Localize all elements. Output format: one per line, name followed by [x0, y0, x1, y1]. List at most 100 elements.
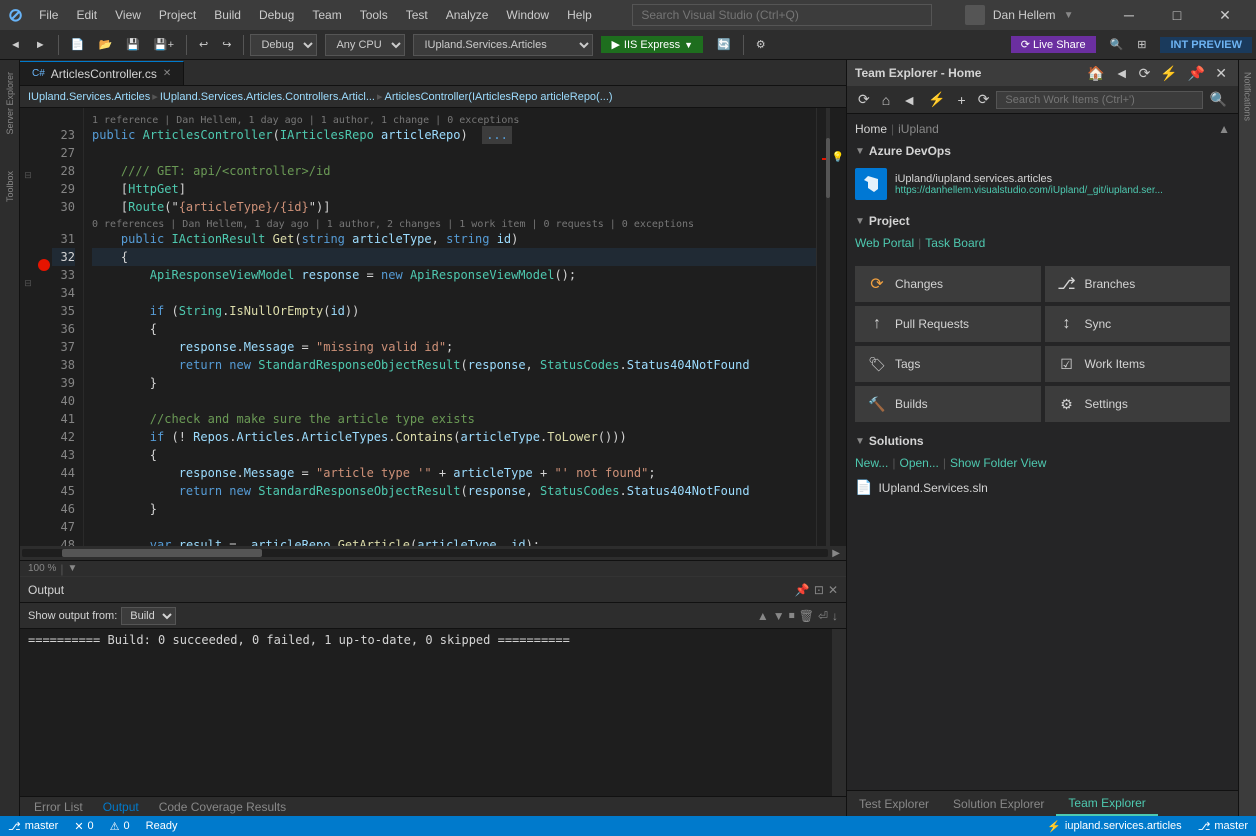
user-dropdown-icon[interactable]: ▼	[1064, 10, 1074, 21]
te-add-btn[interactable]: +	[953, 89, 971, 111]
menu-edit[interactable]: Edit	[68, 4, 105, 26]
save-button[interactable]: 💾	[120, 35, 146, 54]
team-explorer-search-input[interactable]	[996, 91, 1202, 109]
output-stop-btn[interactable]: ⏹	[789, 608, 795, 623]
toolbox-tab[interactable]: Toolbox	[3, 163, 17, 210]
te-back-button[interactable]: ◄	[1112, 65, 1132, 82]
output-source-dropdown[interactable]: Build	[121, 607, 176, 625]
menu-analyze[interactable]: Analyze	[438, 4, 497, 26]
bottom-tab-code-coverage[interactable]: Code Coverage Results	[149, 798, 296, 816]
collapse-23[interactable]: ⊟	[24, 170, 32, 181]
output-down-btn[interactable]: ▼	[773, 609, 785, 623]
pull-requests-button[interactable]: ↑ Pull Requests	[855, 306, 1041, 342]
project-section-header[interactable]: ▼ Project	[847, 210, 1238, 232]
bottom-tab-error-list[interactable]: Error List	[24, 798, 93, 816]
output-scroll-btn[interactable]: ↓	[832, 609, 838, 623]
refresh-button[interactable]: 🔄	[711, 35, 737, 54]
status-repo[interactable]: ⚡ iupland.services.articles	[1047, 820, 1181, 833]
close-button[interactable]: ✕	[1202, 0, 1248, 30]
menu-view[interactable]: View	[107, 4, 149, 26]
menu-team[interactable]: Team	[304, 4, 349, 26]
tab-close-button[interactable]: ✕	[163, 68, 171, 79]
maximize-button[interactable]: □	[1154, 0, 1200, 30]
status-git-branch[interactable]: ⎇ master	[8, 820, 58, 833]
run-button[interactable]: ▶ IIS Express ▼	[601, 36, 703, 53]
code-content[interactable]: 1 reference | Dan Hellem, 1 day ago | 1 …	[84, 108, 816, 546]
menu-window[interactable]: Window	[498, 4, 557, 26]
debug-config-dropdown[interactable]: Debug	[250, 34, 317, 56]
menu-debug[interactable]: Debug	[251, 4, 302, 26]
builds-button[interactable]: 🔨 Builds	[855, 386, 1041, 422]
editor-tab-articles-controller[interactable]: C# ArticlesController.cs ✕	[20, 61, 184, 85]
output-pin-button[interactable]: 📌	[795, 583, 810, 597]
te-connect-button[interactable]: ⚡	[1157, 65, 1180, 82]
int-preview-button[interactable]: INT PREVIEW	[1160, 37, 1252, 53]
platform-dropdown[interactable]: Any CPU	[325, 34, 405, 56]
live-share-button[interactable]: ⟳ Live Share	[1011, 36, 1096, 53]
output-float-button[interactable]: ⊡	[814, 583, 824, 597]
task-board-link[interactable]: Task Board	[925, 236, 985, 250]
te-home-btn[interactable]: ⌂	[877, 89, 895, 111]
status-master-branch[interactable]: ⎇ master	[1198, 820, 1248, 833]
right-tab-test-explorer[interactable]: Test Explorer	[847, 793, 941, 815]
tags-button[interactable]: 🏷 Tags	[855, 346, 1041, 382]
menu-build[interactable]: Build	[206, 4, 249, 26]
menu-help[interactable]: Help	[559, 4, 600, 26]
menu-test[interactable]: Test	[398, 4, 436, 26]
undo-button[interactable]: ↩	[193, 35, 214, 54]
work-items-button[interactable]: ☑ Work Items	[1045, 346, 1231, 382]
sync-button[interactable]: ↕ Sync	[1045, 306, 1231, 342]
output-up-btn[interactable]: ▲	[757, 609, 769, 623]
breadcrumb-project[interactable]: IUpland.Services.Articles	[28, 91, 150, 103]
output-close-button[interactable]: ✕	[828, 583, 838, 597]
open-button[interactable]: 📂	[92, 35, 118, 54]
zoom-dropdown-icon[interactable]: ▼	[67, 563, 77, 574]
solutions-new-link[interactable]: New...	[855, 456, 888, 470]
global-search-input[interactable]	[632, 4, 932, 26]
new-project-button[interactable]: 📄	[65, 35, 91, 54]
server-explorer-tab[interactable]: Server Explorer	[3, 64, 17, 143]
menu-project[interactable]: Project	[151, 4, 204, 26]
forward-button[interactable]: ►	[29, 36, 52, 54]
notifications-tab[interactable]: Notifications	[1241, 64, 1255, 129]
layout-button[interactable]: ⊞	[1131, 35, 1152, 54]
right-tab-solution-explorer[interactable]: Solution Explorer	[941, 793, 1056, 815]
minimize-button[interactable]: ─	[1106, 0, 1152, 30]
project-dropdown[interactable]: IUpland.Services.Articles	[413, 34, 593, 56]
te-section-collapse-btn[interactable]: ▲	[1218, 122, 1230, 136]
settings-button[interactable]: ⚙ Settings	[1045, 386, 1231, 422]
te-refresh-list-btn[interactable]: ⟳	[973, 88, 995, 111]
menu-file[interactable]: File	[31, 4, 66, 26]
toolbar-extra[interactable]: ⚙	[750, 35, 772, 54]
back-button[interactable]: ◄	[4, 36, 27, 54]
azure-repo-url[interactable]: https://danhellem.visualstudio.com/iUpla…	[895, 185, 1163, 196]
bottom-tab-output[interactable]: Output	[93, 798, 149, 816]
horizontal-scrollbar[interactable]: ▶	[20, 546, 846, 560]
status-errors[interactable]: ✕ 0	[74, 820, 93, 833]
editor-right-scrollbar[interactable]	[816, 108, 830, 546]
te-nav-back-btn[interactable]: ◄	[897, 89, 921, 111]
te-connect-btn[interactable]: ⚡	[923, 88, 950, 111]
output-wrap-btn[interactable]: ⏎	[818, 609, 828, 623]
changes-button[interactable]: ⟳ Changes	[855, 266, 1041, 302]
status-warnings[interactable]: ⚠ 0	[110, 820, 130, 833]
right-tab-team-explorer[interactable]: Team Explorer	[1056, 792, 1157, 816]
zoom-level[interactable]: 100 %	[28, 563, 56, 574]
te-refresh-button[interactable]: ⟳	[1136, 65, 1154, 82]
web-portal-link[interactable]: Web Portal	[855, 236, 914, 250]
te-pin-button[interactable]: 📌	[1185, 65, 1208, 82]
lightbulb-icon[interactable]: 💡	[832, 152, 844, 163]
azure-devops-header[interactable]: ▼ Azure DevOps	[847, 140, 1238, 162]
te-search-btn[interactable]: 🔍	[1205, 88, 1232, 111]
te-home-button[interactable]: 🏠	[1084, 65, 1107, 82]
solutions-open-link[interactable]: Open...	[899, 456, 938, 470]
output-clear-btn[interactable]: 🗑	[799, 609, 814, 623]
menu-tools[interactable]: Tools	[352, 4, 396, 26]
breadcrumb-controller[interactable]: IUpland.Services.Articles.Controllers.Ar…	[160, 91, 375, 103]
solutions-section-header[interactable]: ▼ Solutions	[847, 430, 1238, 452]
solution-file-item[interactable]: 📄 IUpland.Services.sln	[855, 476, 1230, 499]
branches-button[interactable]: ⎇ Branches	[1045, 266, 1231, 302]
te-close-button[interactable]: ✕	[1212, 65, 1230, 82]
solutions-folder-link[interactable]: Show Folder View	[950, 456, 1047, 470]
output-scrollbar[interactable]	[832, 629, 846, 796]
